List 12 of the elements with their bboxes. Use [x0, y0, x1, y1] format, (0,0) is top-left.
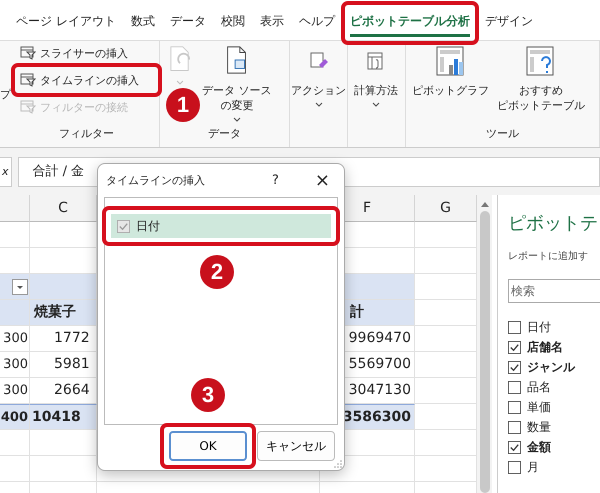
group-label: フィルター	[58, 126, 115, 142]
table-cell: 10418	[30, 404, 97, 430]
pane-subtitle: レポートに追加す	[508, 250, 589, 263]
group-label: データ	[207, 126, 242, 142]
group-label: ツール	[485, 126, 520, 142]
table-cell: 300	[0, 352, 30, 378]
pane-title: ピボットテ	[508, 212, 599, 235]
ribbon-label: プ	[0, 86, 12, 102]
table-cell: 焼菓子	[30, 300, 97, 326]
table-cell: 400	[0, 404, 30, 430]
dialog-title: タイムラインの挿入	[106, 173, 205, 188]
table-cell: 300	[0, 326, 30, 352]
